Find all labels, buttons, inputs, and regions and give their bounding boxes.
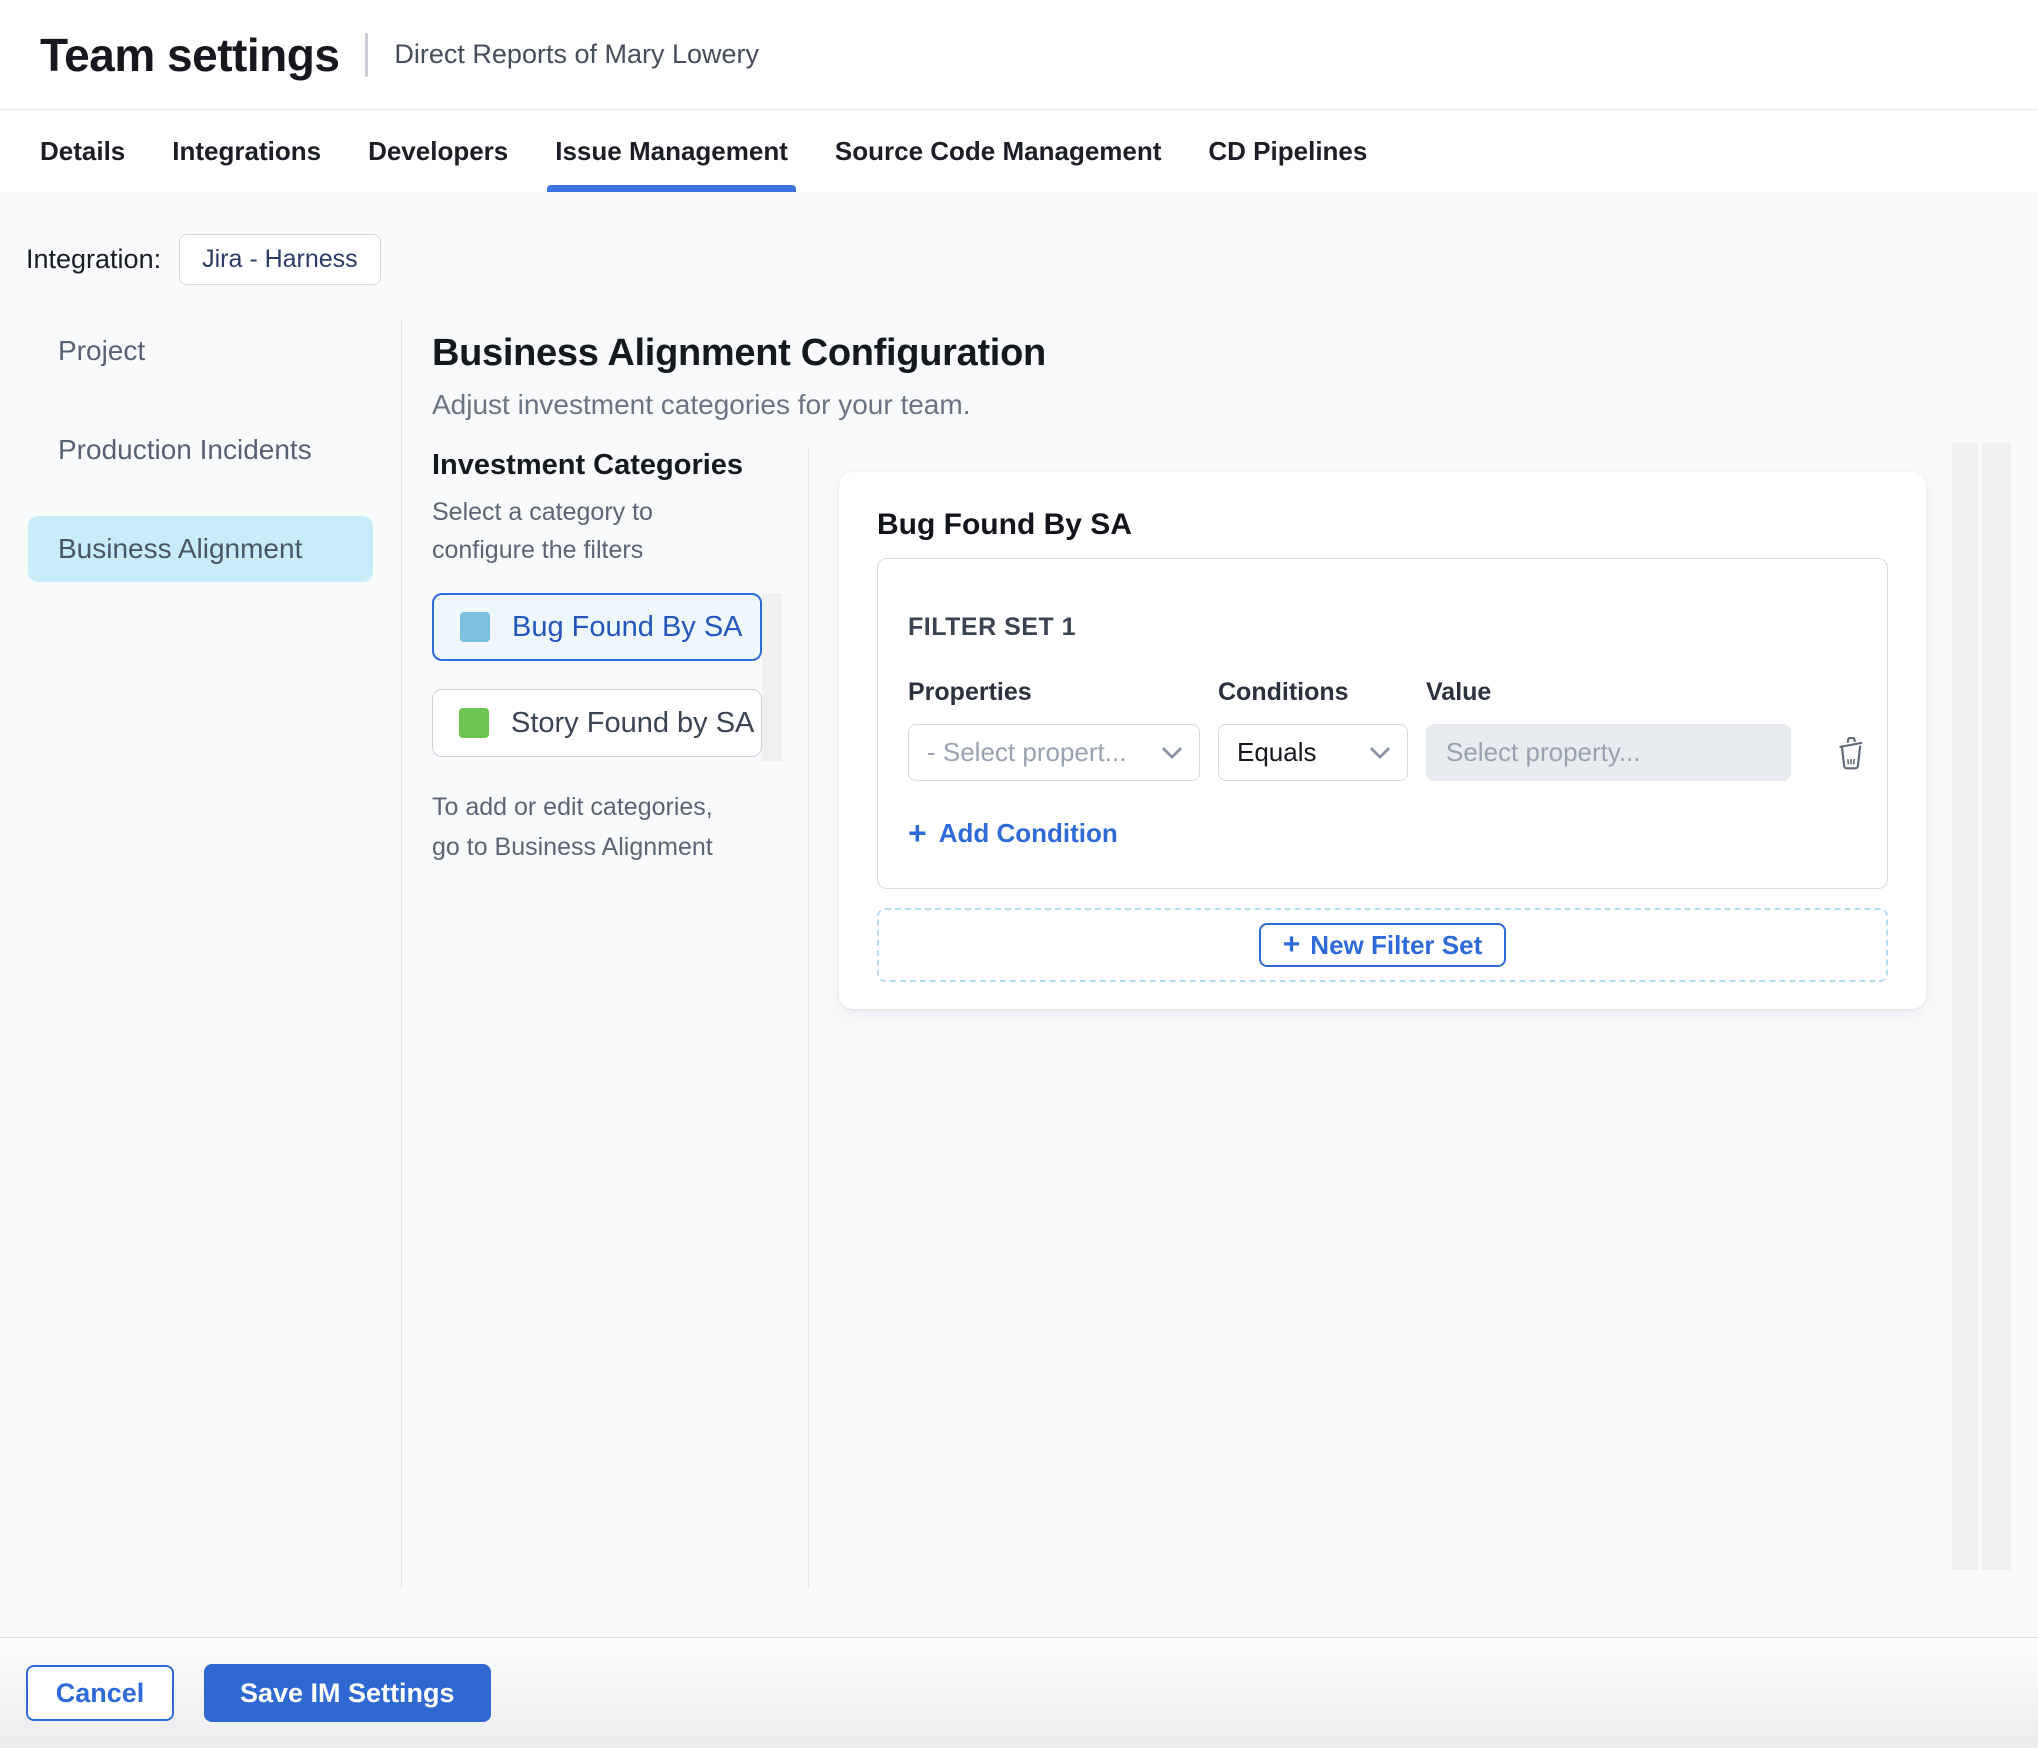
investment-categories-title: Investment Categories	[432, 449, 744, 481]
scrollbar-track-outer[interactable]	[1952, 443, 1978, 1570]
tab-source-code-management[interactable]: Source Code Management	[835, 110, 1162, 192]
page-title: Team settings	[40, 28, 340, 81]
add-condition-label: Add Condition	[938, 817, 1118, 848]
chevron-down-icon	[1162, 747, 1182, 758]
conditions-select-value: Equals	[1237, 737, 1317, 767]
trash-icon	[1839, 737, 1863, 770]
footer-bar: Cancel Save IM Settings	[0, 1637, 2038, 1748]
category-color-swatch-green	[459, 708, 489, 738]
value-input[interactable]	[1426, 724, 1791, 781]
properties-select-placeholder: - Select propert...	[927, 737, 1127, 767]
content-area: Integration: Jira - Harness Project Prod…	[0, 192, 2038, 1637]
properties-select[interactable]: - Select propert...	[908, 724, 1200, 781]
scrollbar-track-inner[interactable]	[1982, 443, 2011, 1570]
category-list: Bug Found By SA Story Found by SA	[432, 593, 782, 761]
category-label: Bug Found By SA	[512, 610, 743, 643]
value-column-label: Value	[1426, 678, 1492, 706]
sidebar-item-production-incidents[interactable]: Production Incidents	[28, 417, 373, 483]
delete-condition-button[interactable]	[1835, 735, 1867, 771]
category-label: Story Found by SA	[511, 706, 755, 739]
tab-integrations[interactable]: Integrations	[172, 110, 321, 192]
title-separator	[365, 32, 369, 77]
new-filter-set-label: New Filter Set	[1310, 929, 1483, 960]
properties-column-label: Properties	[908, 678, 1032, 706]
filter-condition-row: Properties - Select propert... Condition…	[908, 678, 1863, 781]
category-config-card: Bug Found By SA FILTER SET 1 Properties …	[839, 472, 1926, 1009]
categories-footnote: To add or edit categories, go to Busines…	[432, 793, 713, 861]
conditions-select[interactable]: Equals	[1218, 724, 1408, 781]
settings-panel: Project Production Incidents Business Al…	[0, 318, 2038, 1589]
main-area: Business Alignment Configuration Adjust …	[402, 318, 2038, 1589]
save-im-settings-button[interactable]: Save IM Settings	[204, 1664, 491, 1722]
config-column: Bug Found By SA FILTER SET 1 Properties …	[808, 447, 2038, 1589]
config-columns: Investment Categories Select a category …	[432, 447, 2038, 1589]
integration-label: Integration:	[26, 243, 162, 274]
section-subheading: Adjust investment categories for your te…	[432, 389, 971, 420]
investment-categories-panel: Investment Categories Select a category …	[432, 447, 808, 1589]
add-condition-button[interactable]: + Add Condition	[908, 817, 1118, 849]
integration-pill[interactable]: Jira - Harness	[179, 233, 381, 285]
settings-sidebar: Project Production Incidents Business Al…	[0, 318, 402, 1589]
category-button-story-found-by-sa[interactable]: Story Found by SA	[432, 689, 762, 757]
tabbar: Details Integrations Developers Issue Ma…	[0, 110, 2038, 192]
config-card-title: Bug Found By SA	[877, 508, 1132, 541]
cancel-button[interactable]: Cancel	[26, 1665, 174, 1721]
conditions-field-group: Conditions Equals	[1218, 678, 1408, 781]
chevron-down-icon	[1370, 747, 1390, 758]
conditions-column-label: Conditions	[1218, 678, 1349, 706]
new-filter-set-dropzone: + New Filter Set	[877, 908, 1888, 982]
filter-set-box: FILTER SET 1 Properties - Select propert…	[877, 558, 1888, 889]
category-scrollbar-track[interactable]	[762, 593, 782, 761]
filter-set-title: FILTER SET 1	[908, 613, 1077, 641]
plus-icon: +	[908, 815, 927, 851]
category-color-swatch-blue	[460, 612, 490, 642]
sidebar-item-business-alignment[interactable]: Business Alignment	[28, 516, 373, 582]
section-heading: Business Alignment Configuration	[432, 332, 1046, 374]
page-subtitle: Direct Reports of Mary Lowery	[394, 39, 760, 69]
tab-cd-pipelines[interactable]: CD Pipelines	[1208, 110, 1367, 192]
sidebar-item-project[interactable]: Project	[28, 318, 373, 384]
tab-developers[interactable]: Developers	[368, 110, 508, 192]
properties-field-group: Properties - Select propert...	[908, 678, 1200, 781]
tab-issue-management[interactable]: Issue Management	[547, 110, 796, 192]
tab-details[interactable]: Details	[40, 110, 125, 192]
category-button-bug-found-by-sa[interactable]: Bug Found By SA	[432, 593, 762, 661]
new-filter-set-button[interactable]: + New Filter Set	[1258, 923, 1507, 967]
app-header: Team settings Direct Reports of Mary Low…	[0, 0, 2038, 110]
investment-categories-hint: Select a category to configure the filte…	[432, 498, 653, 564]
plus-icon: +	[1282, 928, 1301, 961]
integration-row: Integration: Jira - Harness	[0, 192, 2038, 318]
value-field-group: Value	[1426, 678, 1791, 781]
